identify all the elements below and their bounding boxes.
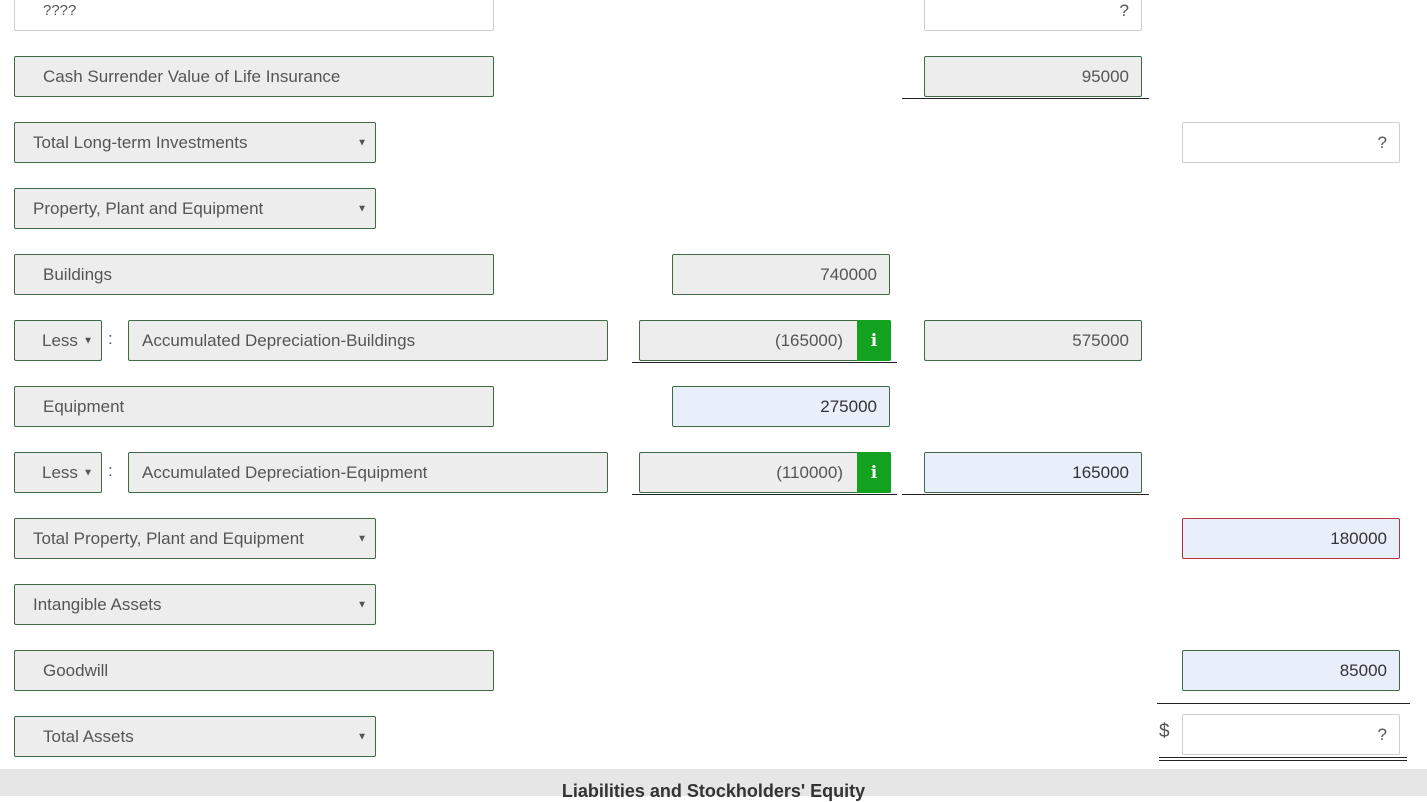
chevron-down-icon: ▼: [357, 599, 367, 610]
subtotal-rule: [902, 98, 1149, 99]
colon-separator: :: [108, 329, 113, 348]
buildings-amount[interactable]: 740000: [672, 254, 890, 295]
accum-dep-equipment-amount[interactable]: (110000) i: [639, 452, 891, 493]
prev-account-text: ????: [43, 2, 77, 19]
ppe-header-label: Property, Plant and Equipment: [33, 198, 264, 218]
total-lt-investments-amount[interactable]: ?: [1182, 122, 1400, 163]
buildings-value: 740000: [820, 264, 877, 284]
chevron-down-icon: ▼: [83, 467, 93, 478]
accum-dep-buildings-label: Accumulated Depreciation-Buildings: [142, 330, 416, 350]
chevron-down-icon: ▼: [83, 335, 93, 346]
info-icon[interactable]: i: [857, 320, 891, 361]
accum-dep-equipment-field[interactable]: Accumulated Depreciation-Equipment: [128, 452, 608, 493]
section-header: Liabilities and Stockholders' Equity: [0, 769, 1427, 801]
intangible-assets-label: Intangible Assets: [33, 594, 162, 614]
equipment-field[interactable]: Equipment: [14, 386, 494, 427]
chevron-down-icon: ▼: [357, 731, 367, 742]
chevron-down-icon: ▼: [357, 137, 367, 148]
buildings-field[interactable]: Buildings: [14, 254, 494, 295]
total-assets-label: Total Assets: [43, 726, 134, 746]
subtotal-rule: [632, 494, 897, 495]
subtotal-rule: [1157, 703, 1410, 704]
goodwill-amount[interactable]: 85000: [1182, 650, 1400, 691]
total-ppe-value: 180000: [1330, 528, 1387, 548]
goodwill-value: 85000: [1339, 660, 1387, 680]
total-ppe-label: Total Property, Plant and Equipment: [33, 528, 304, 548]
less-select-buildings[interactable]: Less ▼: [14, 320, 102, 361]
goodwill-label: Goodwill: [43, 660, 109, 680]
cash-surrender-label: Cash Surrender Value of Life Insurance: [43, 66, 341, 86]
double-underline: [1159, 757, 1407, 761]
accum-dep-equipment-label: Accumulated Depreciation-Equipment: [142, 462, 428, 482]
section-title: Liabilities and Stockholders' Equity: [561, 781, 866, 801]
prev-amount-col3[interactable]: ?: [924, 0, 1142, 31]
total-ppe-amount[interactable]: 180000: [1182, 518, 1400, 559]
chevron-down-icon: ▼: [357, 203, 367, 214]
total-lt-investments-select[interactable]: Total Long-term Investments ▼: [14, 122, 376, 163]
colon-separator: :: [108, 461, 113, 480]
net-equipment-amount[interactable]: 165000: [924, 452, 1142, 493]
total-lt-investments-value: ?: [1377, 132, 1387, 152]
goodwill-field[interactable]: Goodwill: [14, 650, 494, 691]
total-assets-select[interactable]: Total Assets ▼: [14, 716, 376, 757]
cash-surrender-field[interactable]: Cash Surrender Value of Life Insurance: [14, 56, 494, 97]
total-assets-amount[interactable]: ?: [1182, 714, 1400, 755]
equipment-amount[interactable]: 275000: [672, 386, 890, 427]
less-label: Less: [42, 462, 78, 482]
intangible-assets-select[interactable]: Intangible Assets ▼: [14, 584, 376, 625]
total-ppe-select[interactable]: Total Property, Plant and Equipment ▼: [14, 518, 376, 559]
equipment-label: Equipment: [43, 396, 125, 416]
accum-dep-equipment-value: (110000): [776, 462, 843, 482]
prev-amount-value: ?: [1119, 0, 1129, 20]
less-label: Less: [42, 330, 78, 350]
total-lt-investments-label: Total Long-term Investments: [33, 132, 248, 152]
prev-account-field[interactable]: ????: [14, 0, 494, 31]
net-equipment-value: 165000: [1072, 462, 1129, 482]
accum-dep-buildings-amount[interactable]: (165000) i: [639, 320, 891, 361]
accum-dep-buildings-field[interactable]: Accumulated Depreciation-Buildings: [128, 320, 608, 361]
cash-surrender-amount[interactable]: 95000: [924, 56, 1142, 97]
subtotal-rule: [632, 362, 897, 363]
buildings-label: Buildings: [43, 264, 112, 284]
chevron-down-icon: ▼: [357, 533, 367, 544]
less-select-equipment[interactable]: Less ▼: [14, 452, 102, 493]
net-buildings-amount[interactable]: 575000: [924, 320, 1142, 361]
subtotal-rule: [902, 494, 1149, 495]
currency-symbol: $: [1159, 721, 1170, 742]
info-icon[interactable]: i: [857, 452, 891, 493]
net-buildings-value: 575000: [1072, 330, 1129, 350]
accum-dep-buildings-value: (165000): [774, 330, 843, 350]
total-assets-value: ?: [1377, 724, 1387, 744]
ppe-header-select[interactable]: Property, Plant and Equipment ▼: [14, 188, 376, 229]
cash-surrender-value: 95000: [1081, 66, 1129, 86]
equipment-value: 275000: [820, 396, 877, 416]
